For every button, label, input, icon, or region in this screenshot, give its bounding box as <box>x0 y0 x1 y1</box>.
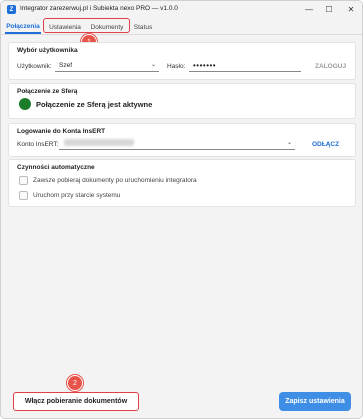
chevron-down-icon: ⌄ <box>286 140 292 146</box>
start-download-button[interactable]: Włącz pobieranie dokumentów <box>13 392 139 411</box>
user-select-value: Szef <box>59 61 73 69</box>
checkbox[interactable] <box>19 191 28 200</box>
maximize-icon[interactable]: ☐ <box>319 1 339 18</box>
sfera-status-text: Połączenie ze Sferą jest aktywne <box>36 100 153 109</box>
status-indicator-icon <box>19 98 31 110</box>
user-selection-panel: Wybór użytkownika Użytkownik: Szef ⌄ Has… <box>8 42 356 80</box>
app-logo-icon: Z <box>7 5 16 14</box>
option-run-at-startup[interactable]: Uruchom przy starcie systemu <box>19 190 120 201</box>
insert-account-panel: Logowanie do Konta InsERT Konto InsERT: … <box>8 123 356 157</box>
disconnect-button[interactable]: ODŁĄCZ <box>312 141 339 148</box>
user-label: Użytkownik: <box>17 63 52 70</box>
login-button[interactable]: ZALOGUJ <box>315 63 346 70</box>
redacted-account-value <box>64 139 134 146</box>
save-settings-button[interactable]: Zapisz ustawienia <box>279 392 351 411</box>
konto-section-title: Logowanie do Konta InsERT <box>17 128 106 135</box>
password-label: Hasło: <box>167 63 186 70</box>
tabs-highlight-box <box>43 18 130 33</box>
tab-polaczenia[interactable]: Połączenia <box>5 21 41 34</box>
option-label: Uruchom przy starcie systemu <box>33 192 121 199</box>
user-select[interactable]: Szef ⌄ <box>55 59 159 72</box>
sfera-connection-panel: Połączenie ze Sferą Połączenie ze Sferą … <box>8 83 356 119</box>
password-value: ••••••• <box>193 60 217 70</box>
tab-status[interactable]: Status <box>129 21 157 34</box>
user-section-title: Wybór użytkownika <box>17 47 78 54</box>
chevron-down-icon: ⌄ <box>150 62 156 68</box>
annotation-marker-2: 2 <box>67 375 83 391</box>
automatic-actions-panel: Czynności automatyczne Zawsze pobieraj d… <box>8 159 356 207</box>
option-auto-download[interactable]: Zawsze pobieraj dokumenty po uruchomieni… <box>19 175 197 186</box>
app-window: Z Integrator zarezerwuj.pl i Subiekta ne… <box>0 0 363 419</box>
account-label: Konto InsERT: <box>17 141 59 148</box>
checkbox[interactable] <box>19 176 28 185</box>
title-bar: Z Integrator zarezerwuj.pl i Subiekta ne… <box>1 1 362 18</box>
minimize-icon[interactable]: — <box>299 1 319 18</box>
password-field[interactable]: ••••••• <box>189 59 301 72</box>
option-label: Zawsze pobieraj dokumenty po uruchomieni… <box>33 177 197 184</box>
window-title: Integrator zarezerwuj.pl i Subiekta nexo… <box>20 5 178 12</box>
auto-section-title: Czynności automatyczne <box>17 164 95 171</box>
sfera-section-title: Połączenie ze Sferą <box>17 88 78 95</box>
close-icon[interactable]: ✕ <box>341 1 361 18</box>
